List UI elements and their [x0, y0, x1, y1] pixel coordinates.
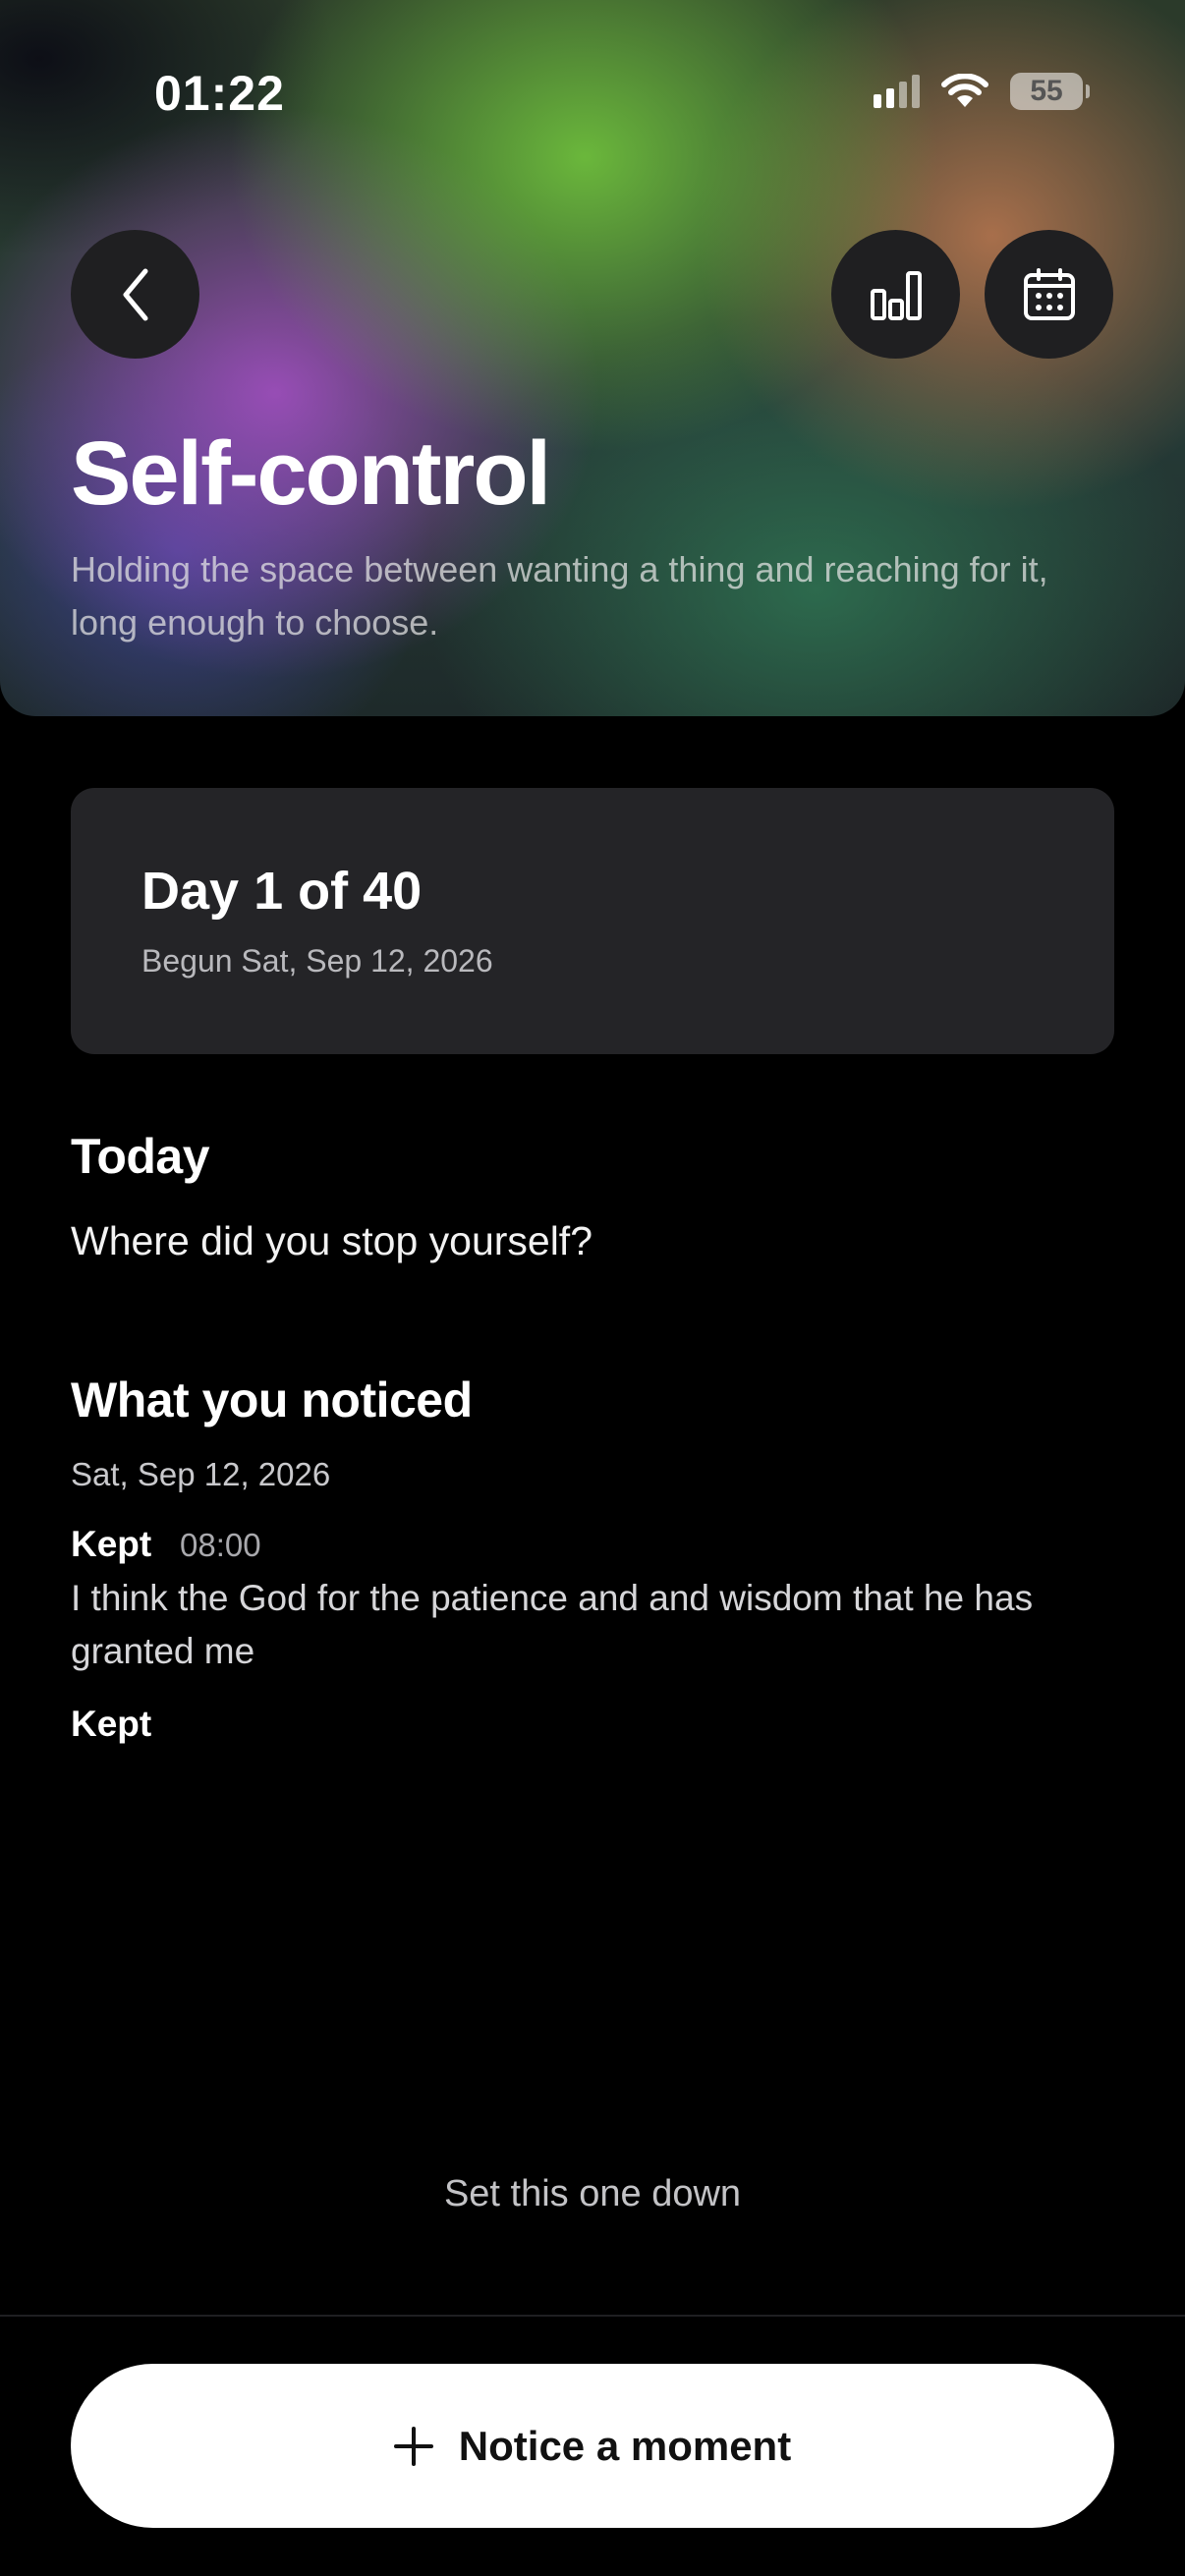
entry-time: 08:00 [180, 1527, 261, 1563]
bar-chart-icon [870, 270, 922, 320]
status-time: 01:22 [154, 66, 285, 121]
stats-button[interactable] [831, 230, 960, 359]
progress-begun-date: Begun Sat, Sep 12, 2026 [141, 943, 493, 979]
entry-label-second: Kept [71, 1704, 152, 1744]
notice-moment-button[interactable]: Notice a moment [71, 2364, 1114, 2528]
noticed-heading: What you noticed [71, 1372, 473, 1428]
chevron-left-icon [123, 268, 147, 320]
entry-text: I think the God for the patience and and… [71, 1578, 1034, 1671]
status-icons: 55 [874, 73, 1090, 110]
plus-icon [393, 2426, 433, 2466]
back-button[interactable] [71, 230, 199, 359]
progress-title: Day 1 of 40 [141, 862, 423, 921]
battery-level: 55 [1030, 75, 1063, 107]
set-down-button[interactable]: Set this one down [0, 2173, 1185, 2215]
bottom-divider [0, 2315, 1185, 2317]
entry-date: Sat, Sep 12, 2026 [71, 1456, 331, 1492]
today-prompt[interactable]: Where did you stop yourself? [71, 1218, 592, 1264]
cellular-signal-icon [874, 75, 920, 108]
entry-label: Kept [71, 1524, 152, 1564]
wifi-icon [941, 74, 988, 107]
progress-card: Day 1 of 40 Begun Sat, Sep 12, 2026 [71, 788, 1114, 1054]
today-heading: Today [71, 1129, 210, 1184]
page-subtitle: Holding the space between wanting a thin… [71, 549, 1048, 643]
hero-header: 01:22 55 Self-control Holding the space … [0, 0, 1185, 716]
calendar-icon [1023, 267, 1075, 320]
notice-moment-label: Notice a moment [458, 2422, 792, 2469]
battery-icon: 55 [1010, 73, 1090, 110]
page-title: Self-control [71, 423, 551, 524]
calendar-button[interactable] [985, 230, 1113, 359]
